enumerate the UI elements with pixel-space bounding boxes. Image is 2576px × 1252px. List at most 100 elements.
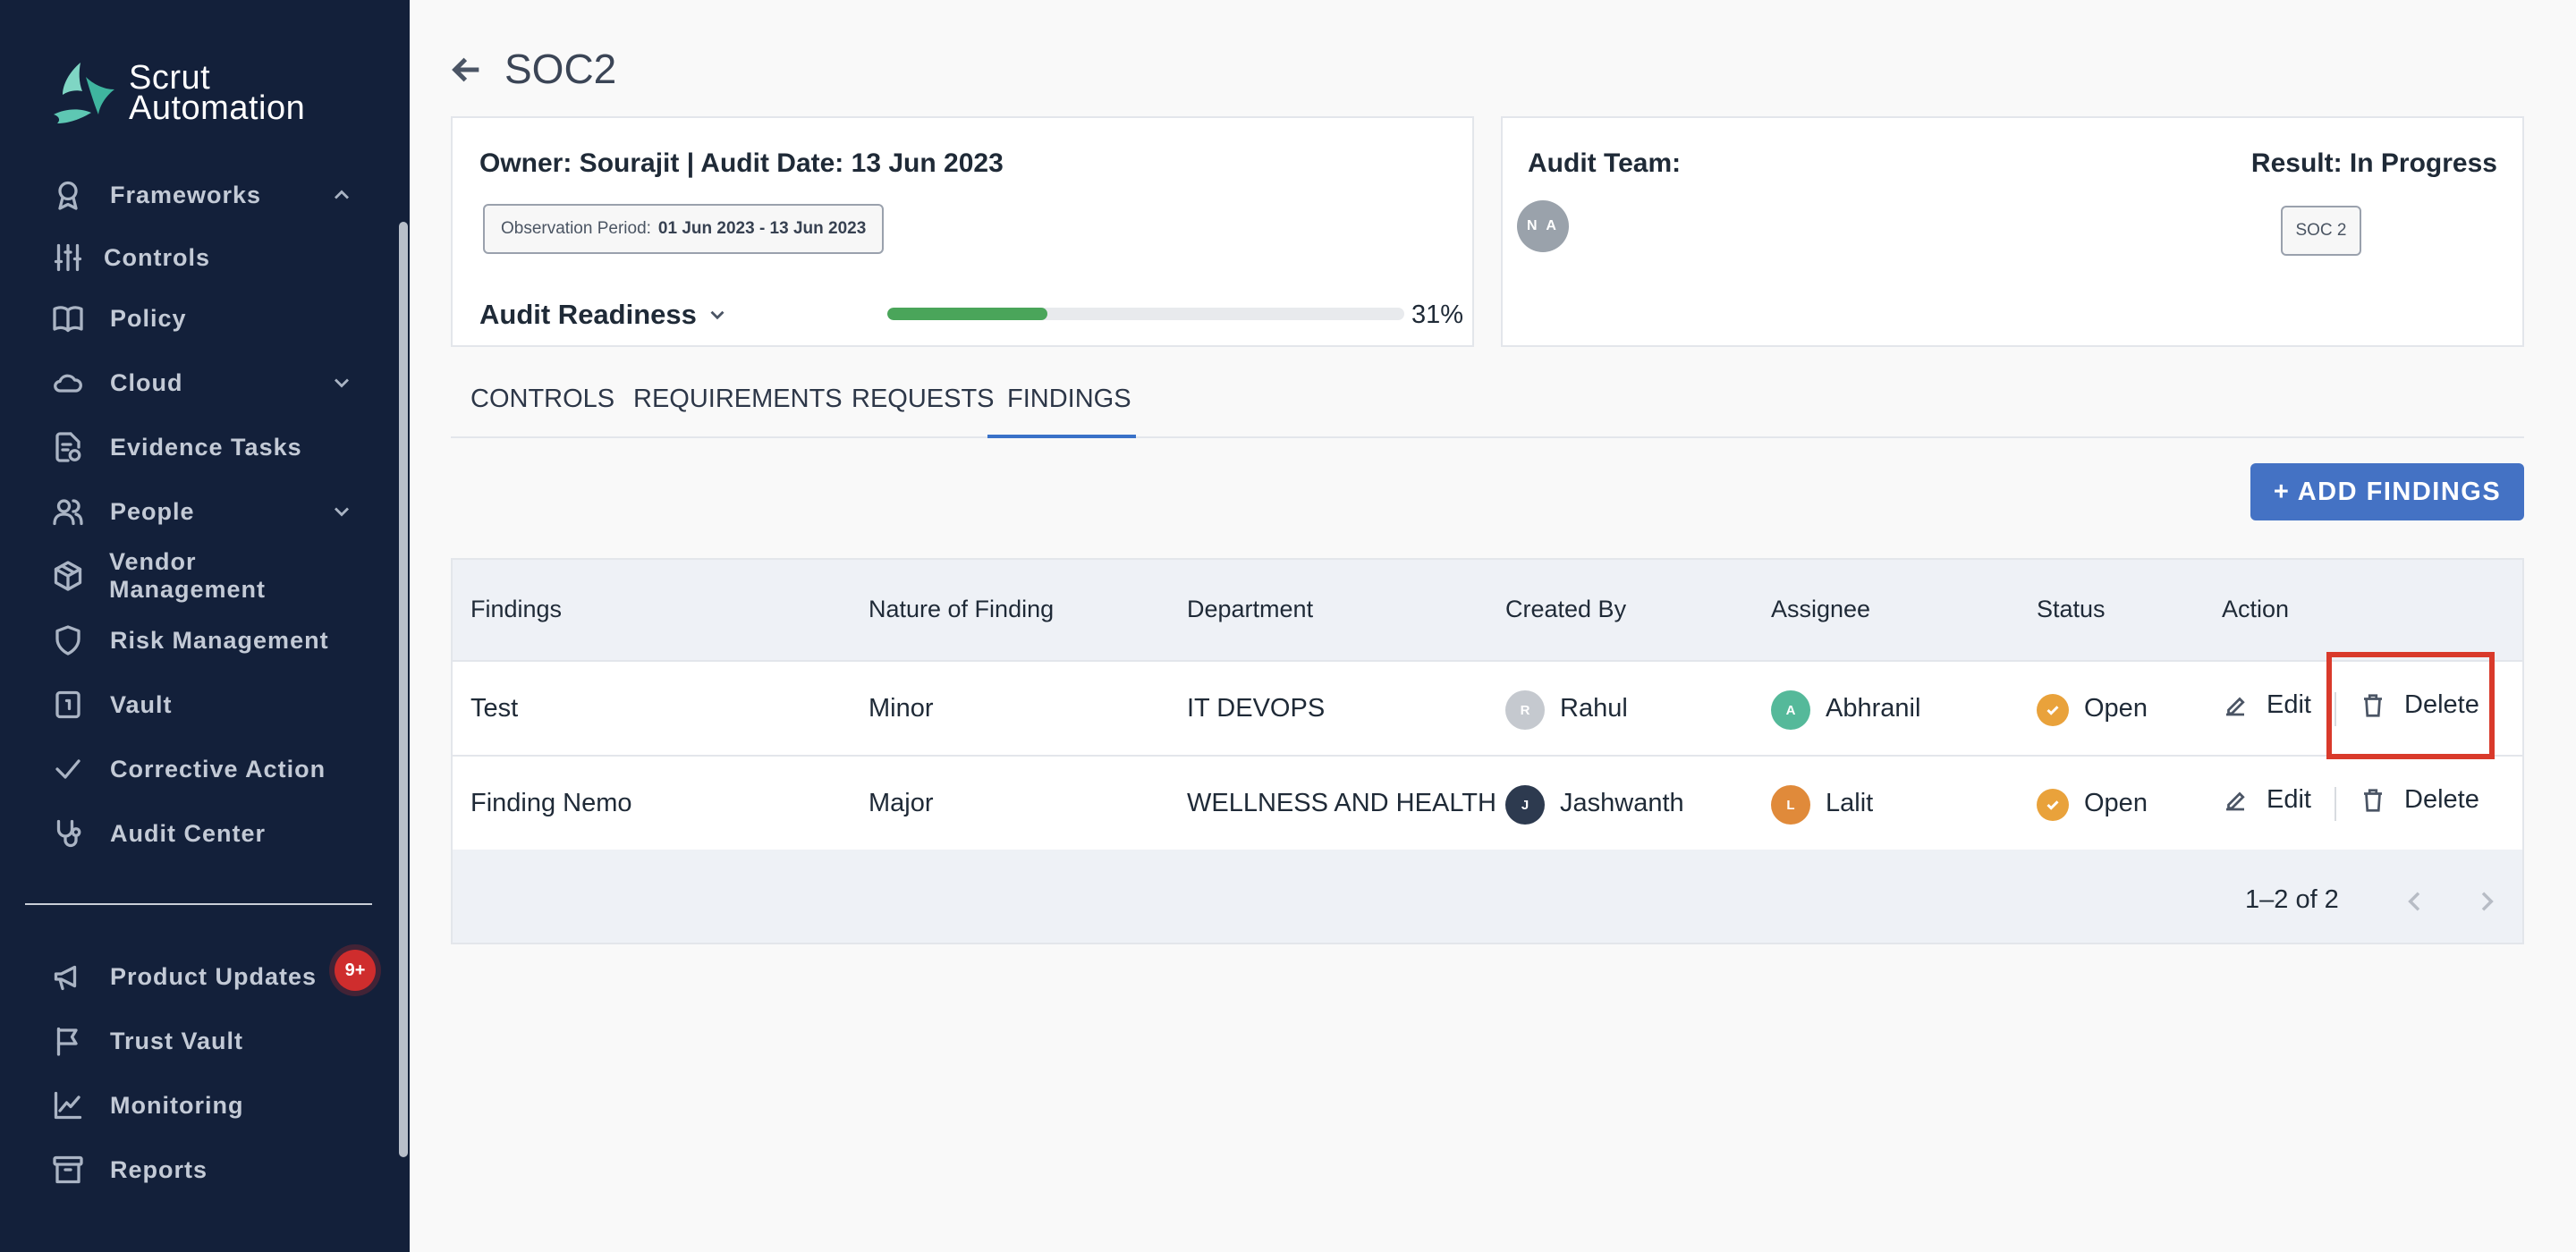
book-icon (50, 300, 86, 336)
edit-button[interactable]: Edit (2222, 785, 2311, 815)
avatar[interactable]: N A (1517, 200, 1569, 252)
column-header-department[interactable]: Department (1187, 596, 1313, 623)
sidebar-item-monitoring[interactable]: Monitoring (50, 1079, 354, 1132)
audit-readiness-dropdown[interactable]: Audit Readiness (479, 299, 729, 331)
column-header-created-by[interactable]: Created By (1505, 596, 1626, 623)
logo-icon (54, 63, 114, 123)
vault-icon (50, 687, 86, 723)
sidebar-item-label: Corrective Action (110, 755, 326, 782)
sidebar-item-label: Audit Center (110, 819, 266, 847)
audit-team-title: Audit Team: (1528, 148, 1682, 178)
audit-readiness-label: Audit Readiness (479, 299, 697, 330)
finding-nature: Major (869, 789, 934, 817)
tab-controls[interactable]: CONTROLS (470, 385, 614, 438)
sidebar-item-label: Product Updates (110, 962, 318, 990)
sidebar-item-policy[interactable]: Policy (50, 292, 354, 345)
check-icon (50, 751, 86, 787)
check-circle-icon (2037, 694, 2069, 726)
back-arrow-icon[interactable] (449, 52, 485, 88)
readiness-percent: 31% (1411, 300, 1464, 329)
sidebar-item-label: People (110, 497, 195, 525)
chevron-right-icon[interactable] (2472, 887, 2501, 916)
avatar: L (1771, 785, 1810, 825)
created-by-name: Rahul (1560, 694, 1628, 723)
column-header-findings[interactable]: Findings (470, 596, 562, 623)
action-divider (2334, 787, 2336, 821)
tab-requirements[interactable]: REQUIREMENTS (633, 385, 843, 438)
table-row[interactable]: Test Minor IT DEVOPS R Rahul A Abhranil … (453, 660, 2522, 755)
tab-requests[interactable]: REQUESTS (852, 385, 995, 438)
sidebar-item-cloud[interactable]: Cloud (50, 356, 354, 410)
audit-summary-card: Owner: Sourajit | Audit Date: 13 Jun 202… (451, 116, 1474, 347)
owner-audit-date: Owner: Sourajit | Audit Date: 13 Jun 202… (479, 148, 1004, 178)
status-text: Open (2084, 789, 2148, 817)
tab-findings[interactable]: FINDINGS (987, 385, 1136, 438)
avatar: J (1505, 785, 1545, 825)
table-row[interactable]: Finding Nemo Major WELLNESS AND HEALTH J… (453, 755, 2522, 850)
table-header: Findings Nature of Finding Department Cr… (453, 560, 2522, 660)
add-findings-button[interactable]: + ADD FINDINGS (2250, 463, 2524, 520)
flag-icon (50, 1023, 86, 1059)
sidebar-item-label: Reports (110, 1155, 208, 1183)
framework-tag: SOC 2 (2281, 206, 2361, 256)
readiness-progress-fill (887, 308, 1048, 320)
column-header-status[interactable]: Status (2037, 596, 2106, 623)
sidebar-item-reports[interactable]: Reports (50, 1143, 354, 1197)
sidebar-item-evidence-tasks[interactable]: Evidence Tasks (50, 420, 354, 474)
status-text: Open (2084, 694, 2148, 723)
sidebar-item-label: Cloud (110, 368, 183, 396)
sidebar-item-label: Vendor Management (109, 548, 267, 603)
edit-icon (2226, 791, 2245, 810)
sidebar-item-frameworks[interactable]: Frameworks (50, 168, 354, 222)
edit-label: Edit (2267, 785, 2311, 814)
observation-value: 01 Jun 2023 - 13 Jun 2023 (657, 219, 867, 238)
sidebar-divider (25, 903, 372, 905)
edit-button[interactable]: Edit (2222, 690, 2311, 720)
created-by-name: Jashwanth (1560, 789, 1684, 817)
sidebar-scrollbar[interactable] (399, 222, 408, 1157)
delete-label: Delete (2404, 785, 2479, 814)
sidebar-item-audit-center[interactable]: Audit Center (50, 807, 354, 860)
cloud-icon (50, 365, 86, 401)
observation-period-chip: Observation Period: 01 Jun 2023 - 13 Jun… (483, 204, 885, 254)
chevron-left-icon[interactable] (2401, 887, 2429, 916)
app-logo[interactable]: Scrut Automation (50, 59, 305, 127)
sidebar-item-people[interactable]: People (50, 485, 354, 538)
sidebar-item-corrective-action[interactable]: Corrective Action (50, 742, 354, 796)
notification-badge: 9+ (335, 950, 376, 991)
sidebar-item-vendor-management[interactable]: Vendor Management (50, 548, 354, 603)
finding-nature: Minor (869, 694, 934, 723)
column-header-assignee[interactable]: Assignee (1771, 596, 1870, 623)
shield-icon (50, 622, 86, 658)
sidebar-item-product-updates[interactable]: Product Updates (50, 950, 354, 1003)
delete-button[interactable]: Delete (2360, 785, 2479, 815)
chevron-down-icon[interactable] (329, 370, 354, 395)
chevron-down-icon[interactable] (329, 499, 354, 524)
column-header-nature[interactable]: Nature of Finding (869, 596, 1054, 623)
finding-name[interactable]: Finding Nemo (470, 789, 632, 818)
sidebar: Scrut Automation Frameworks Controls Pol… (0, 0, 410, 1252)
archive-icon (50, 1152, 86, 1188)
sidebar-item-vault[interactable]: Vault (50, 678, 354, 732)
users-icon (50, 494, 86, 529)
sidebar-item-trust-vault[interactable]: Trust Vault (50, 1014, 354, 1068)
award-icon (50, 177, 86, 213)
assignee-name: Lalit (1826, 789, 1874, 817)
sidebar-item-label: Frameworks (110, 181, 262, 208)
audit-result: Result: In Progress (2250, 148, 2497, 178)
sidebar-item-controls[interactable]: Controls (50, 231, 354, 284)
line-chart-icon (50, 1087, 86, 1123)
audit-team-card: Audit Team: N A Result: In Progress SOC … (1501, 116, 2524, 347)
pagination-text: 1–2 of 2 (2245, 885, 2339, 914)
column-header-action: Action (2222, 596, 2290, 622)
avatar: A (1771, 690, 1810, 730)
delete-highlight-box (2326, 652, 2495, 759)
finding-name[interactable]: Test (470, 694, 518, 723)
sidebar-item-label: Trust Vault (110, 1027, 244, 1054)
sidebar-item-risk-management[interactable]: Risk Management (50, 613, 354, 667)
check-circle-icon (2037, 789, 2069, 821)
chevron-up-icon[interactable] (329, 182, 354, 207)
sidebar-item-label: Vault (110, 690, 173, 718)
edit-icon (2226, 697, 2245, 715)
readiness-progress-bar (887, 308, 1404, 320)
